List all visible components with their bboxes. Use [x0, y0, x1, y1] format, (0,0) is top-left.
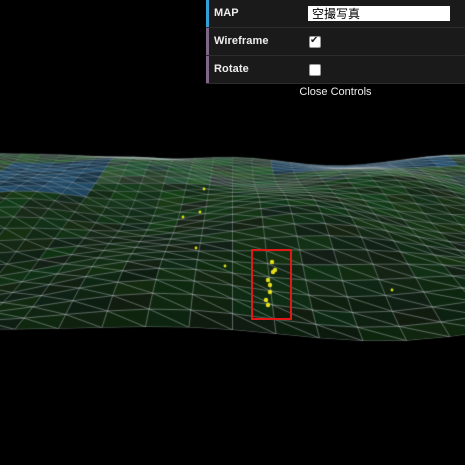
rotate-row-accent — [206, 56, 209, 83]
rotate-row: Rotate — [206, 56, 465, 84]
wireframe-row-accent — [206, 28, 209, 55]
highlight-box — [251, 249, 292, 320]
rotate-label: Rotate — [214, 63, 249, 75]
close-controls-button[interactable]: Close Controls — [206, 84, 465, 101]
wireframe-label: Wireframe — [214, 35, 269, 47]
controls-panel: MAP Wireframe ✔ Rotate Close Controls — [206, 0, 465, 101]
map-row: MAP — [206, 0, 465, 28]
map-row-accent — [206, 0, 209, 27]
wireframe-checkbox[interactable]: ✔ — [309, 34, 321, 48]
map-input[interactable] — [308, 6, 450, 21]
terrain-viewport[interactable]: MAP Wireframe ✔ Rotate Close Controls — [0, 0, 465, 465]
wireframe-row: Wireframe ✔ — [206, 28, 465, 56]
map-label: MAP — [214, 7, 239, 19]
rotate-checkbox[interactable] — [309, 63, 321, 76]
checkmark-icon: ✔ — [310, 34, 319, 46]
